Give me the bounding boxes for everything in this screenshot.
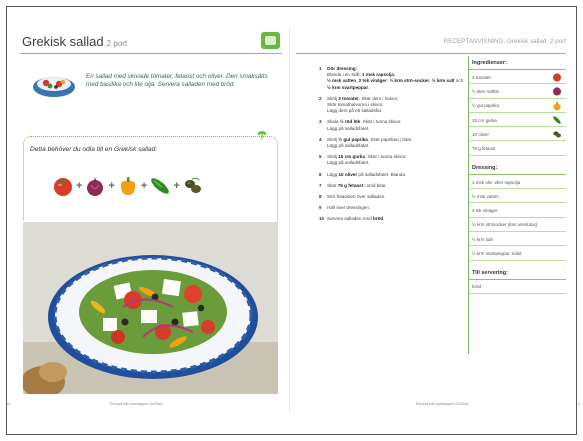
step-number: 6 <box>319 171 322 177</box>
dressing-row: ½ msk vatten <box>469 189 566 204</box>
ingredients-title: Ingredienser: <box>469 56 566 70</box>
book-gutter <box>289 28 290 412</box>
step-text: Skala ½ röd lök. Skär i tunna skivor. Läg… <box>327 119 402 131</box>
step-number: 5 <box>319 154 322 160</box>
recipe-title-text: Grekisk sallad <box>22 34 104 49</box>
step-text: Lägg 10 oliver på salladsfatet. Blanda. <box>327 171 407 177</box>
onion-icon <box>87 177 104 196</box>
ingredient-label: ½ liten rödlök <box>472 89 499 95</box>
recipe-title: Grekisk sallad 2 port <box>22 34 127 49</box>
recipe-step: 3 Skala ½ röd lök. Skär i tunna skivor. Lä… <box>319 119 467 131</box>
ingredient-row: 3 tomater <box>469 70 566 85</box>
step-text: Häll över dressingen. <box>327 205 371 211</box>
step-text: Servera salladen med bröd. <box>327 216 385 222</box>
folio-center: Recept från spelappen GoGlad <box>110 402 163 406</box>
salad-bowl-icon <box>33 77 75 97</box>
step-text: Gör dressing: Blanda i en skål: 1 msk rap… <box>327 66 464 90</box>
folio-page-number: 34 <box>6 402 11 406</box>
dressing-row: ½ krm salt <box>469 232 566 247</box>
onion-icon <box>553 86 561 96</box>
recipe-step: 1 Gör dressing: Blanda i en skål: 1 msk ra… <box>319 66 467 91</box>
pepper-icon <box>553 101 561 111</box>
left-page: Grekisk sallad 2 port En sallad med skiva… <box>6 28 282 412</box>
recipe-portions: 2 port <box>106 39 128 48</box>
recipe-step: 9 Häll över dressingen. <box>319 205 467 211</box>
step-text: Skölj 3 tomater. Skär dem i halvor. Skär … <box>327 95 399 114</box>
step-number: 4 <box>319 136 322 142</box>
step-text: Strö fetaosten över salladen. <box>327 194 386 200</box>
salad-photo <box>23 222 278 394</box>
serving-title: Till servering: <box>469 261 566 280</box>
cucumber-icon <box>553 116 561 124</box>
olive-icon <box>184 177 201 193</box>
recipe-intro: En sallad med skivade tomater, fetaost o… <box>86 73 268 89</box>
olive-icon <box>553 131 561 138</box>
dressing-row: ½ krm svartpeppar, mald <box>469 246 566 261</box>
ingredient-row: 10 oliver <box>469 127 566 142</box>
recipe-step: 10 Servera salladen med bröd. <box>319 216 467 222</box>
dressing-row: ½ krm strösocker (kan uteslutas) <box>469 218 566 232</box>
step-text: Skölj ½ gul paprika. Skär paprikan i bit… <box>327 136 413 149</box>
instructions-header: RECEPTANVISNING: Grekisk sallad, 2 port <box>443 38 566 45</box>
instructions-header-row: RECEPTANVISNING: Grekisk sallad, 2 port <box>296 28 566 54</box>
ingredients-list: 3 tomater ½ liten rödlök ½ gul paprika 10 c… <box>469 70 566 156</box>
folio-center: Recept från spelappen GoGlad <box>416 402 469 406</box>
step-number: 8 <box>319 194 322 200</box>
serving-row: bröd <box>469 280 566 294</box>
dressing-list: 1 msk oliv- eller rapsolja ½ msk vatten 2 … <box>469 175 566 261</box>
dressing-title: Dressing: <box>469 156 566 175</box>
ingredient-row: ½ gul paprika <box>469 99 566 113</box>
ingredient-label: 75 g fetaost <box>472 146 496 152</box>
serving-list: bröd <box>469 280 566 294</box>
ingredient-row: 10 cm gurka <box>469 113 566 128</box>
plus-sign: + <box>76 180 83 192</box>
grow-heading: Detta behöver du odla till en Grekisk sa… <box>30 146 158 153</box>
right-page: RECEPTANVISNING: Grekisk sallad, 2 port … <box>296 28 580 412</box>
recipe-step: 8 Strö fetaosten över salladen. <box>319 194 467 200</box>
step-number: 2 <box>319 95 322 101</box>
step-number: 10 <box>319 216 325 222</box>
ingredient-label: 10 cm gurka <box>472 117 497 123</box>
ingredient-row: ½ liten rödlök <box>469 84 566 99</box>
recipe-step: 6 Lägg 10 oliver på salladsfatet. Blanda. <box>319 172 467 178</box>
step-number: 3 <box>319 119 322 125</box>
recipe-step: 7 Skär 75 g fetaost i små bitar. <box>319 183 467 189</box>
tomato-icon <box>54 178 72 196</box>
plus-sign: + <box>173 180 180 192</box>
ingredient-row: 75 g fetaost <box>469 141 566 156</box>
plus-sign: + <box>140 180 148 192</box>
ingredient-label: ½ gul paprika <box>472 103 500 109</box>
ingredients-column: Ingredienser: 3 tomater ½ liten rödlök ½ g… <box>468 56 566 354</box>
ingredient-label: 3 tomater <box>472 74 492 80</box>
dressing-row: 1 msk oliv- eller rapsolja <box>469 175 566 190</box>
recipe-step: 5 Skölj 10 cm gurka. Skär i tunna skivor.… <box>319 154 467 166</box>
step-number: 9 <box>319 205 322 211</box>
tomato-icon <box>553 73 561 82</box>
app-logo-icon <box>261 32 280 49</box>
recipe-step: 4 Skölj ½ gul paprika. Skär paprikan i bi… <box>319 137 467 149</box>
step-number: 1 <box>319 66 322 71</box>
sprout-icon <box>257 131 267 139</box>
vegetable-row: + + + + <box>52 175 204 197</box>
pepper-icon <box>120 177 135 195</box>
step-number: 7 <box>319 182 322 188</box>
steps-list: 1 Gör dressing: Blanda i en skål: 1 msk ra… <box>319 66 467 228</box>
cucumber-icon <box>151 178 170 194</box>
ingredient-label: 10 oliver <box>472 131 490 137</box>
recipe-step: 2 Skölj 3 tomater. Skär dem i halvor. Skär… <box>319 96 467 115</box>
step-text: Skär 75 g fetaost i små bitar. <box>327 182 387 188</box>
folio-page-number: 3 <box>578 402 581 406</box>
title-row: Grekisk sallad 2 port <box>20 28 282 54</box>
plus-sign: + <box>108 180 115 192</box>
dressing-row: 2 tsk vinäger <box>469 203 566 218</box>
step-text: Skölj 10 cm gurka. Skär i tunna skivor. L… <box>327 154 407 166</box>
grow-box: Detta behöver du odla till en Grekisk sa… <box>23 131 278 220</box>
